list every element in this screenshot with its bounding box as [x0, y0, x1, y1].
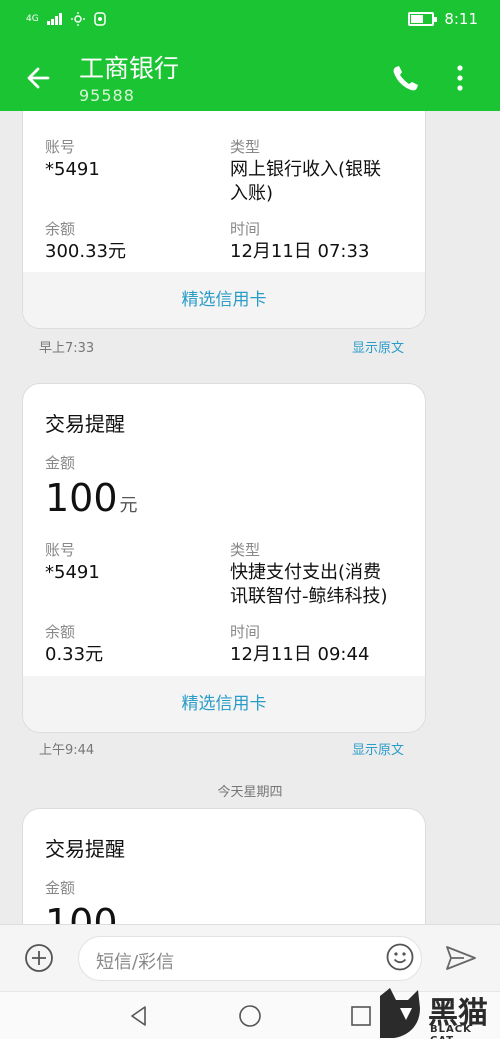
message-card: 交易提醒 金额 100 — [22, 808, 426, 924]
time-value: 12月11日 07:33 — [230, 241, 370, 262]
nav-home-icon[interactable] — [238, 1004, 262, 1028]
type-label: 类型 — [230, 541, 261, 559]
card-title: 交易提醒 — [45, 412, 125, 436]
account-value: *5491 — [45, 562, 100, 583]
phone-call-icon[interactable] — [388, 62, 424, 96]
type-value-line2: 讯联智付-鲸纬科技) — [230, 586, 388, 607]
battery-icon — [408, 12, 438, 26]
status-right: 8:11 — [408, 10, 478, 28]
blackcat-watermark: 黑猫 BLACK CAT — [374, 986, 500, 1039]
balance-value: 300.33元 — [45, 241, 126, 262]
balance-label: 余额 — [45, 623, 76, 641]
amount-label: 金额 — [45, 454, 76, 472]
show-original-link[interactable]: 显示原文 — [352, 739, 404, 758]
app-header: 4G 8:11 工商银行 95588 — [0, 0, 500, 111]
message-time: 上午9:44 — [39, 743, 95, 758]
type-value: 快捷支付支出(消费 讯联智付-鲸纬科技) — [230, 561, 388, 609]
nav-back-icon[interactable] — [128, 1005, 150, 1027]
type-label: 类型 — [230, 138, 261, 156]
signal-icon — [46, 13, 62, 25]
conversation-list[interactable]: 账号 *5491 类型 网上银行收入(银联 入账) 余额 300.33元 时间 … — [0, 111, 500, 924]
type-value-line1: 快捷支付支出(消费 — [230, 562, 382, 583]
add-attachment-icon[interactable] — [24, 943, 54, 973]
card-title: 交易提醒 — [45, 837, 125, 861]
credit-card-link[interactable]: 精选信用卡 — [23, 676, 425, 732]
cat-logo-icon — [380, 988, 420, 1038]
time-label: 时间 — [230, 623, 261, 641]
balance-value: 0.33元 — [45, 644, 104, 665]
message-input[interactable]: 短信/彩信 — [78, 936, 422, 981]
contact-name: 工商银行 — [79, 54, 180, 83]
nav-recent-apps-icon[interactable] — [350, 1005, 372, 1027]
account-label: 账号 — [45, 541, 76, 559]
message-card: 交易提醒 金额 100 元 账号 *5491 类型 快捷支付支出(消费 讯联智付-… — [22, 383, 426, 733]
time-label: 时间 — [230, 220, 261, 238]
emoji-icon[interactable] — [386, 943, 414, 971]
type-value-line1: 网上银行收入(银联 — [230, 159, 382, 180]
contact-number: 95588 — [79, 86, 135, 105]
notification-icon — [93, 12, 106, 26]
show-original-link[interactable]: 显示原文 — [352, 337, 404, 356]
balance-label: 余额 — [45, 220, 76, 238]
type-value: 网上银行收入(银联 入账) — [230, 158, 381, 206]
amount-value: 100 元 — [45, 476, 138, 520]
credit-card-link[interactable]: 精选信用卡 — [23, 272, 425, 328]
more-options-icon[interactable] — [450, 62, 470, 96]
back-arrow-icon[interactable] — [18, 56, 62, 100]
message-placeholder: 短信/彩信 — [96, 952, 175, 973]
network-indicator: 4G — [26, 14, 39, 24]
time-value: 12月11日 09:44 — [230, 644, 370, 665]
amount-label: 金额 — [45, 879, 76, 897]
send-icon[interactable] — [444, 943, 478, 973]
account-label: 账号 — [45, 138, 76, 156]
amount-number: 100 — [45, 476, 118, 520]
amount-unit: 元 — [119, 495, 138, 516]
status-bar: 4G 8:11 — [0, 0, 500, 42]
message-card: 账号 *5491 类型 网上银行收入(银联 入账) 余额 300.33元 时间 … — [22, 111, 426, 329]
compose-bar: 短信/彩信 — [0, 924, 500, 991]
brightness-icon — [70, 12, 85, 26]
day-separator: 今天星期四 — [217, 785, 283, 800]
type-value-line2: 入账) — [230, 183, 274, 204]
amount-value: 100 — [45, 901, 118, 924]
watermark-subtext: BLACK CAT — [430, 1024, 472, 1039]
clock: 8:11 — [444, 10, 478, 28]
status-left: 4G — [26, 12, 107, 26]
account-value: *5491 — [45, 159, 100, 180]
message-time: 早上7:33 — [39, 341, 95, 356]
